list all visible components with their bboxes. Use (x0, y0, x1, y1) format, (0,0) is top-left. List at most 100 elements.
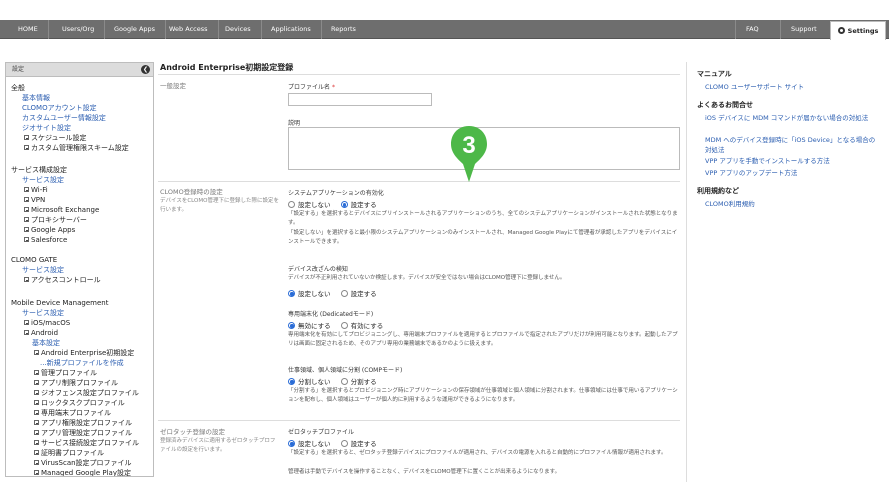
nav-settings[interactable]: Settings (830, 21, 886, 40)
zero-touch-option-off[interactable]: 設定しない (288, 438, 331, 448)
expand-icon[interactable] (24, 277, 29, 282)
expand-icon[interactable] (34, 450, 39, 455)
dedicated-option-disable[interactable]: 無効にする (288, 320, 331, 330)
sidebar-item-label: iOS/macOS (31, 319, 71, 327)
expand-icon[interactable] (24, 135, 29, 140)
dedicated-help: 専用端末化を有効にしてプロビジョニングし、専用端末プロファイルを適用するとプロフ… (288, 332, 678, 347)
sidebar-item[interactable]: スケジュール設定 (24, 133, 87, 143)
sidebar-item[interactable]: サービス設定 (22, 308, 64, 318)
expand-icon[interactable] (34, 400, 39, 405)
sidebar-item-label: 基本設定 (32, 339, 60, 347)
sidebar-item[interactable]: 証明書プロファイル (34, 448, 104, 458)
tamper-option-on[interactable]: 設定する (340, 288, 377, 298)
zero-touch-radio-group: 設定しない 設定する (288, 438, 385, 448)
expand-icon[interactable] (24, 197, 29, 202)
comp-label: 仕事領域、個人領域に分割 (COMPモード) (288, 367, 403, 374)
sidebar-item[interactable]: 管理プロファイル (34, 368, 97, 378)
sidebar-item[interactable]: サービス設定 (22, 265, 64, 275)
manual-link-support-site[interactable]: CLOMO ユーザーサポート サイト (705, 82, 880, 92)
sidebar-item[interactable]: Google Apps (24, 225, 75, 235)
sidebar-item[interactable]: 基本情報 (22, 93, 50, 103)
radio-icon (340, 378, 348, 385)
sidebar-item[interactable]: ジオフェンス設定プロファイル (34, 388, 139, 398)
system-apps-option-on[interactable]: 設定する (340, 199, 377, 209)
nav-support[interactable]: Support (780, 20, 827, 39)
faq-link-1[interactable]: iOS デバイスに MDM コマンドが届かない場合の対処法 (705, 113, 880, 123)
sidebar-item[interactable]: アプリ制限プロファイル (34, 378, 118, 388)
sidebar-item[interactable]: Salesforce (24, 235, 67, 245)
expand-icon[interactable] (34, 380, 39, 385)
expand-icon[interactable] (34, 430, 39, 435)
expand-icon[interactable] (34, 390, 39, 395)
expand-icon[interactable] (34, 460, 39, 465)
tamper-option-off[interactable]: 設定しない (288, 288, 331, 298)
expand-icon[interactable] (24, 330, 29, 335)
zero-touch-help-1: 「設定する」を選択すると、ゼロタッチ登録デバイスにプロファイルが適用され、デバイ… (288, 450, 667, 456)
sidebar-item[interactable]: VPN (24, 195, 45, 205)
sidebar-item[interactable]: プロキシサーバー (24, 215, 87, 225)
sidebar-item-label: Google Apps (31, 226, 76, 234)
sidebar-item[interactable]: カスタム管理権限スキーム設定 (24, 143, 129, 153)
system-apps-option-off[interactable]: 設定しない (288, 199, 331, 209)
nav-faq[interactable]: FAQ (735, 20, 769, 39)
sidebar-item[interactable]: ...新規プロファイルを作成 (40, 358, 124, 368)
nav-reports[interactable]: Reports (321, 20, 366, 39)
option-label: 設定する (350, 201, 377, 209)
profile-name-input[interactable] (288, 93, 432, 106)
nav-home[interactable]: HOME (8, 20, 49, 39)
sidebar-item[interactable]: VirusScan設定プロファイル (34, 458, 132, 468)
faq-link-3[interactable]: VPP アプリを手動でインストールする方法 (705, 156, 880, 166)
comp-option-split[interactable]: 分割する (340, 376, 377, 386)
nav-devices[interactable]: Devices (215, 20, 262, 39)
sidebar-item[interactable]: アプリ管理設定プロファイル (34, 428, 132, 438)
faq-link-4[interactable]: VPP アプリのアップデート方法 (705, 168, 880, 178)
comp-option-no-split[interactable]: 分割しない (288, 376, 331, 386)
expand-icon[interactable] (24, 207, 29, 212)
expand-icon[interactable] (34, 470, 39, 475)
sidebar-item[interactable]: Managed Google Play設定 (34, 468, 131, 476)
sidebar-item[interactable]: アプリ権限設定プロファイル (34, 418, 132, 428)
sidebar-item-label: ジオフェンス設定プロファイル (41, 389, 139, 397)
sidebar-item-label: VirusScan設定プロファイル (41, 459, 132, 467)
collapse-icon[interactable]: ❮ (141, 65, 150, 74)
nav-applications[interactable]: Applications (261, 20, 322, 39)
expand-icon[interactable] (24, 187, 29, 192)
sidebar-item[interactable]: CLOMOアカウント設定 (22, 103, 97, 113)
expand-icon[interactable] (24, 237, 29, 242)
sidebar-header: 設定 ❮ (6, 63, 153, 77)
zero-touch-option-on[interactable]: 設定する (340, 438, 377, 448)
sidebar-item[interactable]: Android (24, 328, 58, 338)
sidebar-item[interactable]: サービス設定 (22, 175, 64, 185)
sidebar-item[interactable]: アクセスコントロール (24, 275, 101, 285)
sidebar-item[interactable]: Microsoft Exchange (24, 205, 99, 215)
expand-icon[interactable] (24, 227, 29, 232)
expand-icon[interactable] (34, 370, 39, 375)
expand-icon[interactable] (24, 145, 29, 150)
gear-icon (837, 27, 845, 34)
sidebar-item[interactable]: ジオサイト設定 (22, 123, 71, 133)
sidebar-item-label: アプリ管理設定プロファイル (41, 429, 132, 437)
sidebar-item[interactable]: iOS/macOS (24, 318, 70, 328)
nav-google-apps[interactable]: Google Apps (104, 20, 167, 39)
radio-icon (340, 290, 348, 297)
expand-icon[interactable] (34, 420, 39, 425)
expand-icon[interactable] (24, 320, 29, 325)
sidebar-header-label: 設定 (12, 66, 25, 73)
sidebar-item[interactable]: カスタムユーザー情報設定 (22, 113, 106, 123)
nav-web-access[interactable]: Web Access (159, 20, 219, 39)
sidebar-item[interactable]: 基本設定 (32, 338, 60, 348)
sidebar-item[interactable]: ロックタスクプロファイル (34, 398, 125, 408)
sidebar-item[interactable]: サービス接続設定プロファイル (34, 438, 139, 448)
sidebar-item[interactable]: 専用端末プロファイル (34, 408, 111, 418)
terms-link[interactable]: CLOMO利用規約 (705, 199, 880, 209)
expand-icon[interactable] (34, 350, 39, 355)
dedicated-option-enable[interactable]: 有効にする (340, 320, 383, 330)
expand-icon[interactable] (34, 440, 39, 445)
option-label: 設定しない (298, 290, 331, 298)
expand-icon[interactable] (24, 217, 29, 222)
sidebar-item[interactable]: Wi-Fi (24, 185, 48, 195)
expand-icon[interactable] (34, 410, 39, 415)
nav-users-org[interactable]: Users/Org (52, 20, 106, 39)
faq-link-2[interactable]: MDM へのデバイス登録時に「iOS Device」となる場合の対処法 (705, 135, 880, 155)
sidebar-item[interactable]: Android Enterprise初期設定 (34, 348, 134, 358)
